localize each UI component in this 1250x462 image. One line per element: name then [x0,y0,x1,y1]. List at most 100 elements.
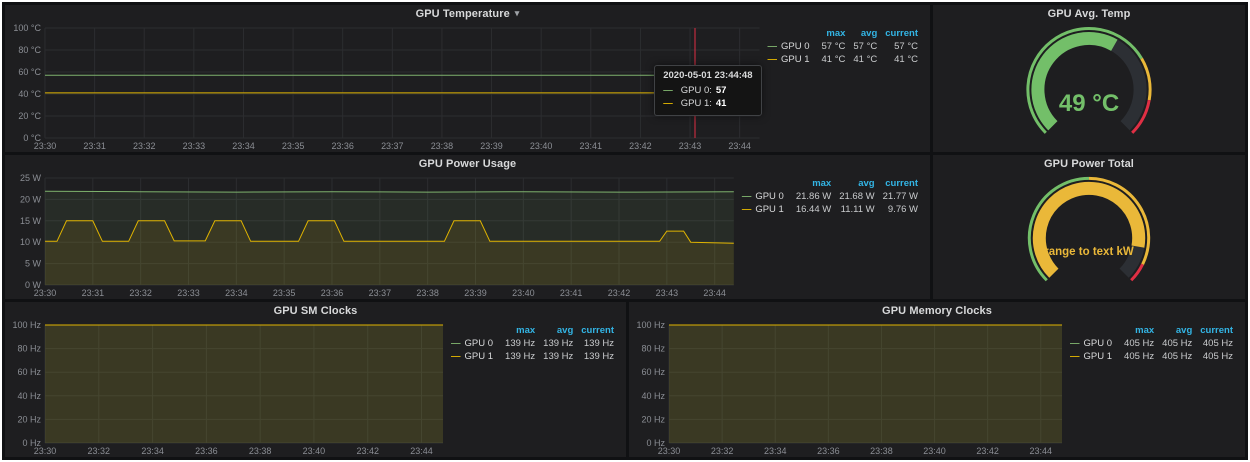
legend-series-name[interactable]: GPU 1 [755,204,784,215]
svg-text:23:44: 23:44 [1030,446,1053,456]
svg-text:60 Hz: 60 Hz [642,367,666,377]
panel-body: 0 Hz20 Hz40 Hz60 Hz80 Hz100 Hz23:3023:32… [5,319,626,457]
panel-dropdown-caret-icon[interactable]: ▾ [515,8,520,19]
svg-text:20 Hz: 20 Hz [18,414,42,424]
panel-body: 0 Hz20 Hz40 Hz60 Hz80 Hz100 Hz23:3023:32… [629,319,1245,457]
svg-text:23:36: 23:36 [321,288,343,298]
panel-body: 0 °C20 °C40 °C60 °C80 °C100 °C23:3023:31… [5,22,930,152]
legend-series-name[interactable]: GPU 1 [781,54,810,65]
svg-text:23:35: 23:35 [282,141,304,151]
dashboard-row-2: GPU Power Usage 0 W5 W10 W15 W20 W25 W23… [5,155,1245,299]
panel-title[interactable]: GPU Avg. Temp [1048,8,1131,20]
legend-row-gpu0: —GPU 0 21.86 W 21.68 W 21.77 W [738,190,922,203]
svg-text:80 Hz: 80 Hz [18,344,42,354]
svg-text:23:43: 23:43 [679,141,701,151]
series-color-marker: — [663,84,673,97]
power-total-gauge: range to text kW [933,172,1245,299]
svg-text:15 W: 15 W [20,216,41,226]
sm-clocks-chart-plot[interactable]: 0 Hz20 Hz40 Hz60 Hz80 Hz100 Hz23:3023:32… [9,320,445,456]
svg-text:23:37: 23:37 [381,141,403,151]
panel-title[interactable]: GPU Power Usage [419,158,516,170]
legend-row-gpu1: —GPU 1 41 °C 41 °C 41 °C [764,53,923,66]
svg-text:40 Hz: 40 Hz [18,391,42,401]
panel-header-gpu-memory-clocks[interactable]: GPU Memory Clocks [629,302,1245,319]
svg-text:80 Hz: 80 Hz [642,344,666,354]
legend-series-name[interactable]: GPU 0 [465,338,494,349]
legend-value-avg: 139 Hz [539,337,577,350]
legend-table: max avg current —GPU 0 21.86 W 21.68 W 2… [738,177,922,216]
legend-series-name[interactable]: GPU 1 [1084,351,1113,362]
panel-header-gpu-sm-clocks[interactable]: GPU SM Clocks [5,302,626,319]
series-color-marker: — [451,351,461,362]
panel-header-gpu-temperature[interactable]: GPU Temperature ▾ [5,5,930,22]
legend-row-gpu1: —GPU 1 16.44 W 11.11 W 9.76 W [738,203,922,216]
legend-col-current[interactable]: current [879,177,922,190]
panel-header-gpu-power-total[interactable]: GPU Power Total [933,155,1245,172]
memory-clocks-chart[interactable]: 0 Hz20 Hz40 Hz60 Hz80 Hz100 Hz23:3023:32… [633,320,1064,456]
memory-clocks-chart-plot[interactable]: 0 Hz20 Hz40 Hz60 Hz80 Hz100 Hz23:3023:32… [633,320,1064,456]
svg-text:20 °C: 20 °C [18,111,41,121]
legend-value-max: 57 °C [818,40,850,53]
legend-series-name[interactable]: GPU 0 [755,191,784,202]
legend-row-gpu0: —GPU 0 57 °C 57 °C 57 °C [764,40,923,53]
avg-temp-gauge-value: 49 °C [1059,90,1119,118]
legend-col-avg[interactable]: avg [539,324,577,337]
legend-value-max: 405 Hz [1120,350,1158,363]
svg-text:5 W: 5 W [25,259,41,269]
panel-body: 0 W5 W10 W15 W20 W25 W23:3023:3123:3223:… [5,172,930,299]
legend-col-max[interactable]: max [1120,324,1158,337]
legend-series-name[interactable]: GPU 1 [465,351,494,362]
legend-col-max[interactable]: max [818,27,850,40]
svg-text:23:30: 23:30 [34,141,56,151]
svg-text:23:35: 23:35 [273,288,295,298]
series-color-marker: — [451,338,461,349]
legend-value-avg: 405 Hz [1158,350,1196,363]
legend-col-avg[interactable]: avg [1158,324,1196,337]
legend-value-max: 139 Hz [501,350,539,363]
avg-temp-gauge-arc [933,22,1245,152]
legend-series-name[interactable]: GPU 0 [1084,338,1113,349]
tooltip-series-name: GPU 0: [681,84,712,97]
panel-title[interactable]: GPU Power Total [1044,158,1134,170]
tooltip-timestamp: 2020-05-01 23:44:48 [663,70,752,81]
svg-text:23:30: 23:30 [658,446,681,456]
legend-header-row: max avg current [764,27,923,40]
legend-col-max[interactable]: max [501,324,539,337]
power-chart-plot[interactable]: 0 W5 W10 W15 W20 W25 W23:3023:3123:3223:… [9,173,736,298]
legend-col-avg[interactable]: avg [835,177,878,190]
legend-row-gpu1: —GPU 1 139 Hz 139 Hz 139 Hz [447,350,618,363]
tooltip-row: — GPU 0: 57 [663,84,752,97]
power-total-gauge-arc [933,172,1245,299]
svg-text:23:38: 23:38 [249,446,272,456]
temperature-chart[interactable]: 0 °C20 °C40 °C60 °C80 °C100 °C23:3023:31… [9,23,762,151]
svg-text:23:34: 23:34 [141,446,164,456]
legend-col-current[interactable]: current [1196,324,1237,337]
legend-col-max[interactable]: max [792,177,835,190]
panel-header-gpu-avg-temp[interactable]: GPU Avg. Temp [933,5,1245,22]
legend-row-gpu0: —GPU 0 405 Hz 405 Hz 405 Hz [1066,337,1237,350]
series-color-marker: — [1070,338,1080,349]
svg-text:23:40: 23:40 [530,141,552,151]
legend-col-current[interactable]: current [881,27,922,40]
panel-title[interactable]: GPU Temperature [416,8,510,20]
svg-text:20 Hz: 20 Hz [642,414,666,424]
legend-col-avg[interactable]: avg [849,27,881,40]
legend-row-gpu0: —GPU 0 139 Hz 139 Hz 139 Hz [447,337,618,350]
power-total-gauge-value: range to text kW [1044,246,1133,258]
panel-title[interactable]: GPU Memory Clocks [882,305,992,317]
svg-text:23:42: 23:42 [356,446,379,456]
legend-series-name[interactable]: GPU 0 [781,41,810,52]
panel-title[interactable]: GPU SM Clocks [274,305,358,317]
legend-value-avg: 139 Hz [539,350,577,363]
legend-value-current: 405 Hz [1196,350,1237,363]
sm-clocks-chart[interactable]: 0 Hz20 Hz40 Hz60 Hz80 Hz100 Hz23:3023:32… [9,320,445,456]
panel-header-gpu-power-usage[interactable]: GPU Power Usage [5,155,930,172]
svg-text:23:41: 23:41 [580,141,602,151]
legend-col-current[interactable]: current [577,324,618,337]
legend-table: max avg current — GPU 0 405 Hz 405 Hz 405… [1066,324,1237,363]
temperature-chart-plot[interactable]: 0 °C20 °C40 °C60 °C80 °C100 °C23:3023:31… [9,23,762,151]
legend-value-max: 41 °C [818,53,850,66]
legend-value-avg: 57 °C [849,40,881,53]
svg-text:23:32: 23:32 [88,446,111,456]
power-chart[interactable]: 0 W5 W10 W15 W20 W25 W23:3023:3123:3223:… [9,173,736,298]
